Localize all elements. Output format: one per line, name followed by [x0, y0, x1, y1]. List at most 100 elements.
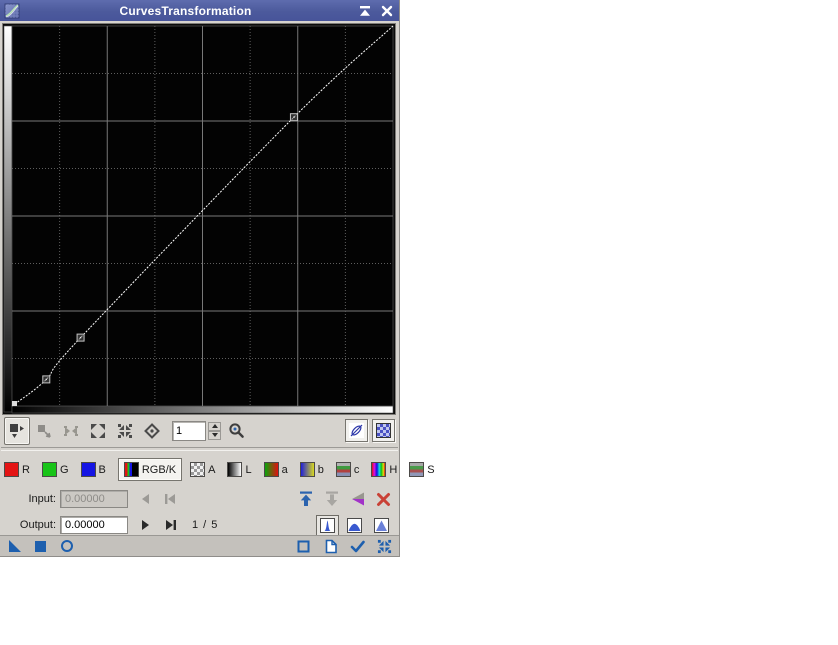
- magnifier-icon: [228, 423, 244, 438]
- edit-point-mode-icon: [10, 423, 24, 438]
- output-gradient-strip: [3, 25, 13, 413]
- first-point-button[interactable]: [162, 492, 178, 506]
- new-instance-triangle-icon: [8, 540, 21, 552]
- channel-saturation[interactable]: S: [409, 462, 435, 477]
- zoom-spin-up-button[interactable]: [208, 421, 221, 431]
- curve-editor-panel: [2, 23, 396, 415]
- cie-b-channel-icon: [299, 462, 315, 477]
- title-bar[interactable]: CurvesTransformation: [0, 0, 399, 21]
- square-outline-icon: [297, 540, 310, 552]
- zoom-out-icon: [118, 423, 132, 438]
- process-bottom-bar: [0, 535, 399, 556]
- cie-c-channel-icon: [335, 462, 351, 477]
- show-all-curves-button[interactable]: [345, 419, 368, 442]
- curve-lens-icon: [349, 423, 364, 438]
- interpolation-akima-button[interactable]: [316, 514, 339, 536]
- store-curve-button[interactable]: [296, 491, 315, 508]
- apply-global-button[interactable]: [295, 539, 312, 554]
- channel-blue[interactable]: B: [80, 462, 106, 477]
- channel-hue[interactable]: H: [371, 462, 397, 477]
- pan-mode-button[interactable]: [139, 417, 165, 445]
- channel-rgbk[interactable]: RGB/K: [117, 458, 183, 481]
- zoom-in-icon: [91, 423, 105, 438]
- hue-channel-icon: [371, 462, 387, 477]
- close-icon: [381, 5, 393, 16]
- curve-point-center: [293, 116, 295, 118]
- first-point-icon: [164, 494, 175, 504]
- process-bottom-bar-right: [285, 539, 393, 554]
- browse-documentation-button[interactable]: [322, 539, 339, 554]
- last-point-button[interactable]: [162, 518, 178, 532]
- curve-editor[interactable]: [3, 24, 395, 414]
- reset-dialog-button[interactable]: [376, 539, 393, 554]
- next-point-button[interactable]: [137, 518, 153, 532]
- close-button[interactable]: [379, 4, 395, 18]
- last-point-icon: [165, 520, 176, 530]
- interpolation-cubic-button[interactable]: [343, 515, 366, 536]
- zoom-spin-down-button[interactable]: [208, 430, 221, 440]
- reset-red-x-icon: [377, 492, 390, 506]
- interpolation-selector: [312, 514, 393, 536]
- pan-mode-icon: [144, 422, 160, 439]
- invert-curve-button[interactable]: [348, 491, 367, 508]
- channel-selector: R G B RGB/K A L a b c H S: [0, 451, 435, 486]
- previous-point-button[interactable]: [137, 492, 153, 506]
- next-point-icon: [141, 520, 149, 530]
- input-label: Input:: [28, 493, 56, 505]
- channel-alpha[interactable]: A: [190, 462, 215, 477]
- curve-point-selected[interactable]: [12, 401, 17, 406]
- new-instance-button[interactable]: [6, 539, 23, 554]
- checkmark-icon: [350, 540, 365, 552]
- akima-interpolation-icon: [320, 517, 335, 533]
- apply-square-icon: [35, 540, 46, 552]
- grid-icon: [376, 423, 391, 438]
- curve-toolbar: [0, 415, 399, 445]
- check-parameters-button[interactable]: [349, 539, 366, 554]
- channel-lightness[interactable]: L: [227, 462, 252, 477]
- shade-button[interactable]: [357, 4, 373, 18]
- zoom-spinbox: [172, 420, 221, 441]
- reset-curve-button[interactable]: [374, 491, 393, 508]
- zoom-level-input[interactable]: [172, 420, 206, 441]
- store-curve-icon: [299, 491, 312, 506]
- input-gradient-strip: [11, 405, 394, 414]
- delete-point-mode-button[interactable]: [58, 417, 84, 445]
- interpolation-linear-button[interactable]: [370, 515, 393, 536]
- zoom-magnifier-button[interactable]: [223, 417, 249, 445]
- select-point-mode-button[interactable]: [31, 417, 57, 445]
- alpha-channel-icon: [190, 462, 206, 477]
- window-title: CurvesTransformation: [119, 3, 252, 18]
- cie-a-channel-icon: [263, 462, 279, 477]
- restore-curve-button[interactable]: [322, 491, 341, 508]
- edit-point-mode-button[interactable]: [4, 416, 30, 445]
- toggle-grid-button[interactable]: [372, 419, 395, 442]
- zoom-in-button[interactable]: [85, 417, 111, 445]
- channel-cie-b[interactable]: b: [299, 462, 324, 477]
- curve-actions: [289, 491, 393, 508]
- curve-point-center: [45, 378, 47, 381]
- curves-window-icon: [4, 3, 20, 18]
- invert-curve-icon: [351, 492, 364, 506]
- lightness-channel-icon: [227, 462, 243, 477]
- realtime-preview-circle-icon: [60, 540, 73, 552]
- point-indicator: 1 / 5: [192, 519, 219, 531]
- channel-green[interactable]: G: [41, 462, 69, 477]
- saturation-channel-icon: [409, 462, 425, 477]
- channel-red[interactable]: R: [4, 462, 30, 477]
- channel-cie-a[interactable]: a: [263, 462, 288, 477]
- shade-icon: [360, 5, 370, 16]
- channel-cie-c[interactable]: c: [335, 462, 359, 477]
- apply-button[interactable]: [32, 539, 49, 554]
- input-value-field[interactable]: [60, 490, 128, 508]
- realtime-preview-button[interactable]: [58, 539, 75, 554]
- output-value-field[interactable]: [60, 516, 128, 534]
- linear-interpolation-icon: [374, 517, 389, 533]
- zoom-out-button[interactable]: [112, 417, 138, 445]
- output-label: Output:: [19, 519, 56, 531]
- rgbk-channel-icon: [123, 462, 139, 477]
- curves-transformation-window: CurvesTransformation 1 R G B RGB/K A L a…: [0, 0, 435, 557]
- delete-point-mode-icon: [64, 425, 78, 436]
- cubic-interpolation-icon: [347, 517, 362, 533]
- green-channel-icon: [41, 462, 57, 477]
- document-icon: [325, 539, 337, 553]
